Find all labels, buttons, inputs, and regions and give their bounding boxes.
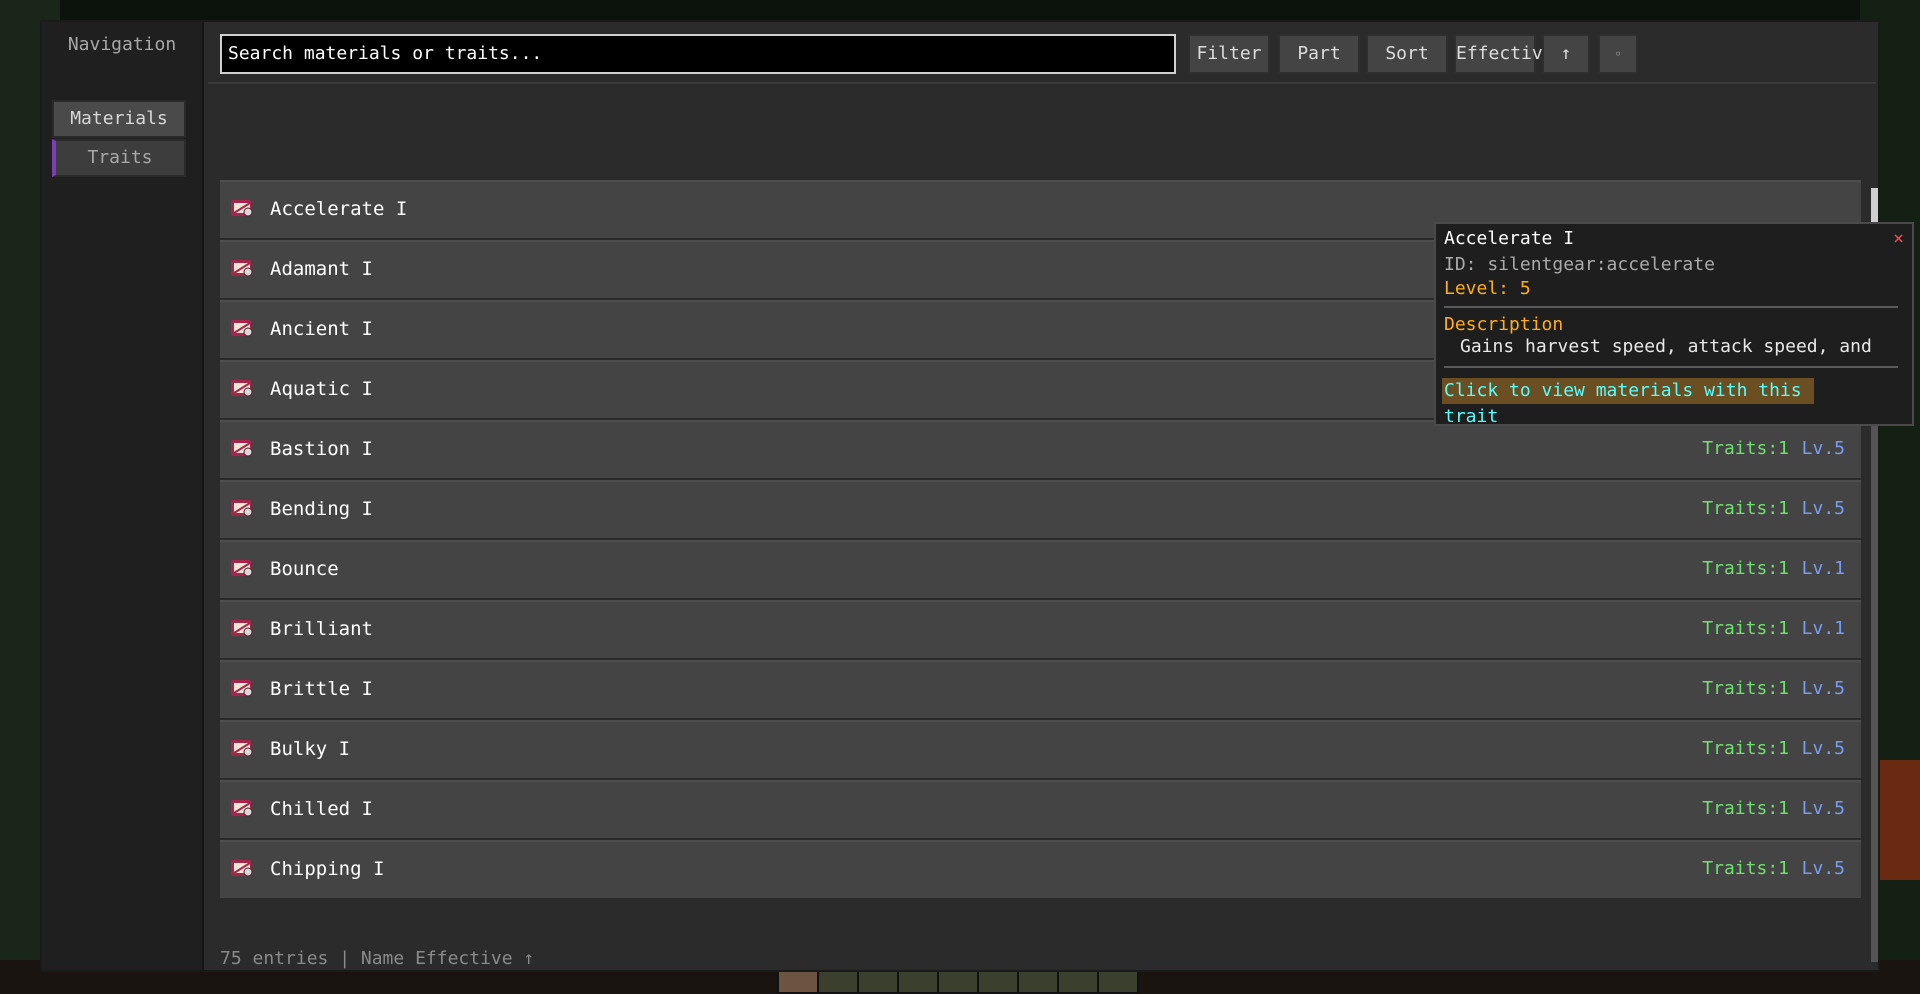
trait-name: Bulky I: [270, 738, 351, 760]
enchanted-book-icon: [228, 554, 256, 582]
hotbar-slot[interactable]: [899, 971, 939, 992]
close-icon[interactable]: ×: [1893, 228, 1904, 249]
sort-direction-button[interactable]: ↑: [1542, 34, 1590, 74]
enchanted-book-icon: [228, 494, 256, 522]
table-row[interactable]: Chipping I Traits:1 Lv.5: [220, 840, 1861, 898]
nav-materials-button[interactable]: Materials: [52, 100, 186, 138]
table-row[interactable]: Bending I Traits:1 Lv.5: [220, 480, 1861, 538]
trait-name: Ancient I: [270, 318, 373, 340]
table-row[interactable]: Bastion I Traits:1 Lv.5: [220, 420, 1861, 478]
table-row[interactable]: Brilliant Traits:1 Lv.1: [220, 600, 1861, 658]
toolbar: Search materials or traits... Filter Par…: [220, 34, 1878, 74]
enchanted-book-icon: [228, 794, 256, 822]
trait-level: Lv.1: [1801, 618, 1845, 639]
tooltip-id: ID: silentgear:accelerate: [1444, 254, 1715, 275]
hotbar-slot[interactable]: [979, 971, 1019, 992]
trait-level: Lv.5: [1801, 438, 1845, 459]
trait-name: Chipping I: [270, 858, 385, 880]
hotbar-slot[interactable]: [1059, 971, 1099, 992]
trait-level: Lv.5: [1801, 738, 1845, 759]
settings-button[interactable]: ◦: [1598, 34, 1638, 74]
hotbar-slot[interactable]: [1019, 971, 1059, 992]
trait-name: Brittle I: [270, 678, 373, 700]
enchanted-book-icon: [228, 374, 256, 402]
trait-level: Lv.1: [1801, 558, 1845, 579]
tooltip-description: Gains harvest speed, attack speed, and: [1460, 336, 1872, 357]
traits-count: Traits:1: [1702, 738, 1789, 759]
enchanted-book-icon: [228, 674, 256, 702]
part-button[interactable]: Part: [1278, 34, 1360, 74]
trait-level: Lv.5: [1801, 798, 1845, 819]
trait-level: Lv.5: [1801, 498, 1845, 519]
table-row[interactable]: Brittle I Traits:1 Lv.5: [220, 660, 1861, 718]
table-row[interactable]: Chilled I Traits:1 Lv.5: [220, 780, 1861, 838]
sort-mode-button[interactable]: Effective: [1454, 34, 1554, 74]
traits-count: Traits:1: [1702, 558, 1789, 579]
enchanted-book-icon: [228, 194, 256, 222]
tooltip-divider: [1444, 306, 1898, 308]
table-row[interactable]: Bulky I Traits:1 Lv.5: [220, 720, 1861, 778]
hotbar-slot[interactable]: [1099, 971, 1137, 992]
trait-name: Aquatic I: [270, 378, 373, 400]
traits-count: Traits:1: [1702, 858, 1789, 879]
enchanted-book-icon: [228, 614, 256, 642]
table-row[interactable]: Bounce Traits:1 Lv.1: [220, 540, 1861, 598]
trait-tooltip: Accelerate I × ID: silentgear:accelerate…: [1434, 222, 1914, 427]
hotbar-slot[interactable]: [939, 971, 979, 992]
traits-count: Traits:1: [1702, 438, 1789, 459]
tooltip-divider: [1444, 366, 1898, 368]
traits-count: Traits:1: [1702, 798, 1789, 819]
trait-name: Adamant I: [270, 258, 373, 280]
hotbar: [777, 969, 1139, 994]
trait-name: Bounce: [270, 558, 339, 580]
nav-title: Navigation: [67, 34, 177, 55]
trait-name: Bastion I: [270, 438, 373, 460]
hotbar-slot[interactable]: [819, 971, 859, 992]
enchanted-book-icon: [228, 434, 256, 462]
sort-button[interactable]: Sort: [1366, 34, 1448, 74]
nav-traits-button[interactable]: Traits: [52, 139, 186, 177]
navigation-panel: Navigation Materials Traits: [42, 22, 204, 970]
status-bar: 75 entries | Name Effective ↑: [220, 948, 535, 969]
hotbar-slot[interactable]: [779, 971, 819, 992]
traits-count: Traits:1: [1702, 618, 1789, 639]
trait-name: Bending I: [270, 498, 373, 520]
enchanted-book-icon: [228, 254, 256, 282]
trait-name: Brilliant: [270, 618, 373, 640]
traits-count: Traits:1: [1702, 678, 1789, 699]
browser-window: Navigation Materials Traits Search mater…: [40, 20, 1914, 972]
tooltip-level: Level: 5: [1444, 278, 1531, 299]
trait-name: Chilled I: [270, 798, 373, 820]
trait-level: Lv.5: [1801, 678, 1845, 699]
filter-button[interactable]: Filter: [1188, 34, 1270, 74]
enchanted-book-icon: [228, 854, 256, 882]
tooltip-title: Accelerate I: [1444, 228, 1575, 249]
enchanted-book-icon: [228, 314, 256, 342]
toolbar-divider: [208, 82, 1876, 84]
hotbar-slot[interactable]: [859, 971, 899, 992]
enchanted-book-icon: [228, 734, 256, 762]
view-materials-link[interactable]: Click to view materials with this trait: [1442, 378, 1814, 427]
traits-count: Traits:1: [1702, 498, 1789, 519]
tooltip-description-label: Description: [1444, 314, 1564, 335]
trait-name: Accelerate I: [270, 198, 408, 220]
search-input[interactable]: Search materials or traits...: [220, 34, 1176, 74]
trait-level: Lv.5: [1801, 858, 1845, 879]
